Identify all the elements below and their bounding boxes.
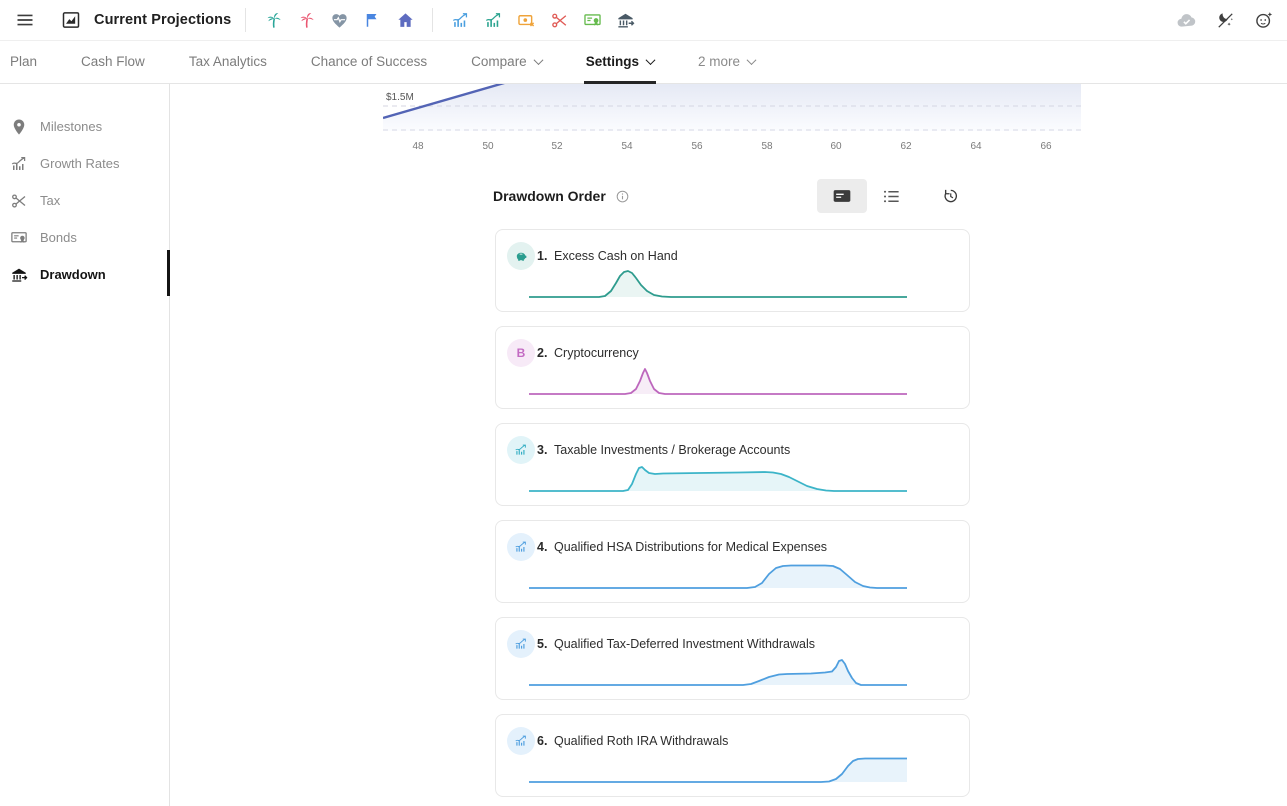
bonds-certificate-icon — [10, 229, 28, 247]
x-tick: 64 — [961, 141, 991, 152]
card-rank: 4. — [537, 540, 547, 554]
tab-bar: Plan Cash Flow Tax Analytics Chance of S… — [0, 40, 1287, 84]
home-icon[interactable] — [392, 7, 418, 33]
x-tick: 52 — [542, 141, 572, 152]
card-label: Excess Cash on Hand — [554, 249, 678, 263]
x-tick: 54 — [612, 141, 642, 152]
divider — [432, 8, 433, 32]
drawdown-card-list: 1. Excess Cash on Hand B 2. Cryptocurren… — [495, 229, 970, 797]
card-label: Qualified HSA Distributions for Medical … — [554, 540, 827, 554]
bank-drawdown-icon[interactable] — [612, 7, 638, 33]
plan-icon-group — [260, 7, 418, 33]
view-toggle-group — [817, 179, 970, 213]
palm-tree-teal-icon[interactable] — [260, 7, 286, 33]
card-rank: 6. — [537, 734, 547, 748]
x-tick: 58 — [752, 141, 782, 152]
bank-drawdown-icon — [10, 266, 28, 284]
info-icon[interactable] — [615, 189, 630, 204]
drawdown-card-hsa-distributions[interactable]: 4. Qualified HSA Distributions for Medic… — [495, 520, 970, 603]
x-tick: 60 — [821, 141, 851, 152]
tab-compare[interactable]: Compare — [471, 40, 542, 83]
tax-scissors-icon — [10, 192, 28, 210]
growth-chart-blue-icon[interactable] — [447, 7, 473, 33]
drawdown-card-tax-deferred[interactable]: 5. Qualified Tax-Deferred Investment Wit… — [495, 617, 970, 700]
card-view-button[interactable] — [817, 179, 867, 213]
heart-pulse-icon[interactable] — [326, 7, 352, 33]
drawdown-card-taxable-investments[interactable]: 3. Taxable Investments / Brokerage Accou… — [495, 423, 970, 506]
drawdown-card-roth-ira[interactable]: 6. Qualified Roth IRA Withdrawals — [495, 714, 970, 797]
tax-scissors-icon[interactable] — [546, 7, 572, 33]
restore-defaults-button[interactable] — [938, 179, 962, 213]
card-label: Cryptocurrency — [554, 346, 639, 360]
growth-chart-teal-icon[interactable] — [480, 7, 506, 33]
tab-tax-analytics[interactable]: Tax Analytics — [189, 40, 267, 83]
map-marker-icon — [10, 118, 28, 136]
x-axis: 48 50 52 54 56 58 60 62 64 66 — [383, 141, 1081, 154]
tab-chance-of-success[interactable]: Chance of Success — [311, 40, 427, 83]
sparkline — [529, 557, 907, 593]
projection-chart[interactable]: $1.5M — [383, 84, 1081, 131]
menu-icon[interactable] — [12, 7, 38, 33]
x-tick: 66 — [1031, 141, 1061, 152]
theme-toggle-icon[interactable] — [1212, 7, 1238, 33]
sparkline — [529, 266, 907, 302]
sidebar-item-growth-rates[interactable]: Growth Rates — [0, 145, 169, 182]
x-tick: 62 — [891, 141, 921, 152]
app-title: Current Projections — [94, 12, 231, 28]
settings-sidebar: Milestones Growth Rates Tax Bonds Drawdo… — [0, 84, 170, 806]
divider — [245, 8, 246, 32]
tab-settings[interactable]: Settings — [586, 40, 654, 83]
tab-plan[interactable]: Plan — [10, 40, 37, 83]
x-tick: 48 — [403, 141, 433, 152]
tab-more[interactable]: 2 more — [698, 40, 755, 83]
list-view-button[interactable] — [879, 179, 903, 213]
y-axis-label: $1.5M — [386, 92, 414, 103]
sparkline — [529, 654, 907, 690]
sidebar-item-tax[interactable]: Tax — [0, 182, 169, 219]
chevron-down-icon — [646, 55, 656, 65]
account-face-icon[interactable] — [1251, 7, 1277, 33]
main-pane: $1.5M 48 50 52 54 56 58 60 62 64 66 Draw… — [170, 84, 1287, 806]
sparkline — [529, 363, 907, 399]
cloud-check-icon[interactable] — [1173, 7, 1199, 33]
section-title: Drawdown Order — [493, 188, 606, 204]
sparkline — [529, 751, 907, 787]
card-label: Taxable Investments / Brokerage Accounts — [554, 443, 790, 457]
drawdown-header: Drawdown Order — [493, 179, 970, 213]
chevron-down-icon — [533, 55, 543, 65]
sidebar-item-bonds[interactable]: Bonds — [0, 219, 169, 256]
sidebar-item-drawdown[interactable]: Drawdown — [0, 256, 169, 293]
section-icon-group — [447, 7, 638, 33]
sidebar-item-milestones[interactable]: Milestones — [0, 108, 169, 145]
x-tick: 50 — [473, 141, 503, 152]
money-off-icon[interactable] — [513, 7, 539, 33]
drawdown-card-excess-cash[interactable]: 1. Excess Cash on Hand — [495, 229, 970, 312]
bonds-certificate-icon[interactable] — [579, 7, 605, 33]
card-rank: 1. — [537, 249, 547, 263]
palm-tree-red-icon[interactable] — [293, 7, 319, 33]
tab-cash-flow[interactable]: Cash Flow — [81, 40, 145, 83]
app-bar: Current Projections — [0, 0, 1287, 41]
card-label: Qualified Tax-Deferred Investment Withdr… — [554, 637, 815, 651]
card-rank: 5. — [537, 637, 547, 651]
sparkline — [529, 460, 907, 496]
flag-icon[interactable] — [359, 7, 385, 33]
right-icon-group — [1173, 7, 1277, 33]
card-rank: 2. — [537, 346, 547, 360]
chevron-down-icon — [747, 55, 757, 65]
drawdown-card-cryptocurrency[interactable]: B 2. Cryptocurrency — [495, 326, 970, 409]
x-tick: 56 — [682, 141, 712, 152]
card-rank: 3. — [537, 443, 547, 457]
growth-chart-icon — [10, 155, 28, 173]
app-logo-chart-icon — [58, 7, 84, 33]
card-label: Qualified Roth IRA Withdrawals — [554, 734, 728, 748]
